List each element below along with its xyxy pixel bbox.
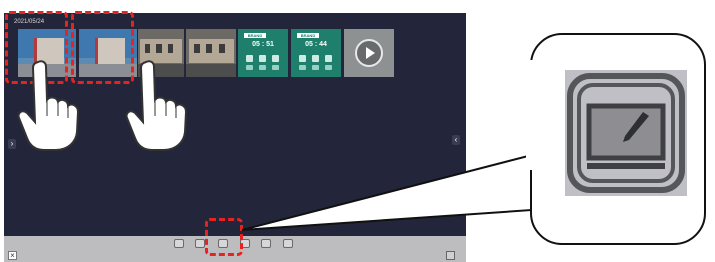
- brand-label: BRAND: [297, 33, 319, 38]
- tap-hand-icon: [17, 60, 80, 151]
- thumbnail-6[interactable]: BRAND 05 : 44: [291, 29, 341, 77]
- home-icon[interactable]: [174, 239, 184, 248]
- thumbnail-5[interactable]: BRAND 05 : 51: [238, 29, 288, 77]
- settings-icon[interactable]: [283, 239, 293, 248]
- thumbnail-4[interactable]: [186, 29, 236, 77]
- next-page-arrow[interactable]: ‹: [452, 135, 460, 145]
- clock-readout: 05 : 44: [305, 41, 327, 48]
- tap-hand-icon: [125, 60, 188, 151]
- callout-pointer: [241, 155, 533, 231]
- zoomed-edit-icon-panel: [565, 70, 687, 196]
- gallery-icon[interactable]: [195, 239, 205, 248]
- brand-label: BRAND: [244, 33, 266, 38]
- clock-readout: 05 : 51: [252, 41, 274, 48]
- callout-seam-cover: [526, 60, 536, 170]
- play-icon[interactable]: [355, 39, 383, 67]
- close-button[interactable]: ×: [8, 251, 17, 260]
- fullscreen-icon[interactable]: [446, 251, 455, 260]
- previous-page-arrow[interactable]: ›: [8, 139, 16, 149]
- thumbnail-video[interactable]: [344, 29, 394, 77]
- highlight-frame-edit-button: [205, 218, 243, 256]
- check-icon[interactable]: [261, 239, 271, 248]
- edit-icon: [567, 73, 685, 193]
